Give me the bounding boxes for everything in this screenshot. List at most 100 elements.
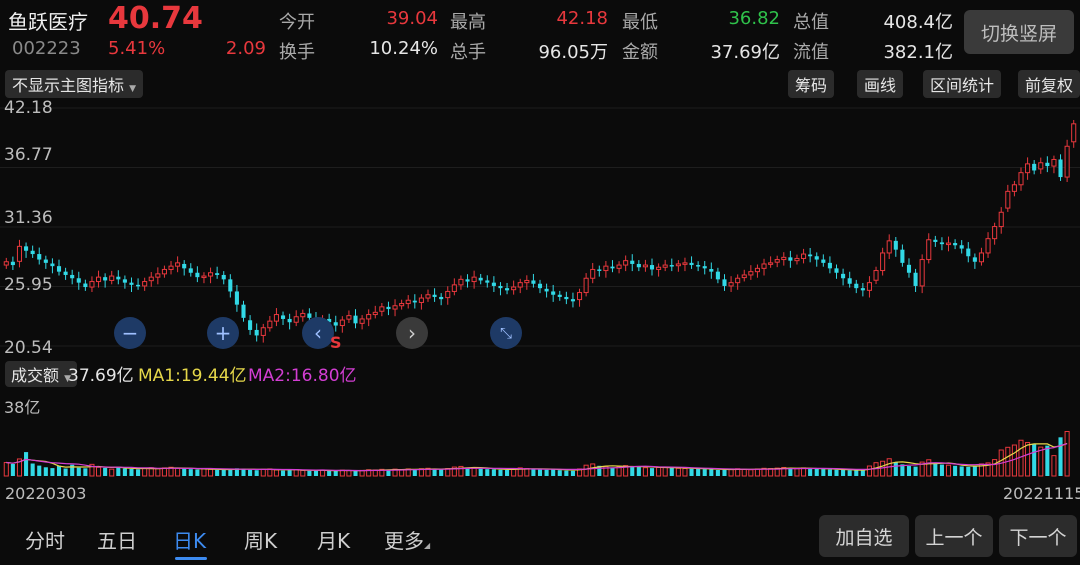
candle-up — [774, 259, 780, 263]
candle-up — [768, 262, 774, 265]
price-axis-label: 36.77 — [4, 145, 53, 165]
candle-down — [702, 266, 707, 269]
switch-portrait-button[interactable]: 切换竖屏 — [964, 10, 1074, 54]
candle-down — [188, 268, 193, 273]
open-value: 39.04 — [386, 8, 438, 29]
tab-intraday[interactable]: 分时 — [25, 525, 65, 554]
volume-bar — [1032, 444, 1037, 476]
volume-bar — [116, 466, 121, 476]
amount-label: 金额 — [622, 42, 658, 63]
zoom-in-icon[interactable]: + — [207, 317, 239, 349]
candle-down — [1045, 162, 1050, 167]
candle-down — [860, 288, 865, 291]
volume-indicator-select[interactable]: 成交额 ▼ — [5, 361, 78, 387]
tab-monthly-k[interactable]: 月K — [317, 525, 350, 554]
volume-bar — [485, 469, 490, 476]
volume-bar — [866, 465, 872, 477]
candle-up — [267, 320, 273, 329]
volume-bar — [551, 468, 556, 476]
candle-down — [564, 296, 569, 300]
candle-down — [689, 262, 694, 266]
high-value: 42.18 — [556, 8, 608, 29]
volume-bar — [273, 469, 279, 477]
volume-bar — [741, 468, 747, 477]
volume-bar — [854, 470, 859, 476]
low-value: 36.82 — [728, 8, 780, 29]
candle-down — [37, 254, 42, 260]
price-axis-label: 25.95 — [4, 275, 53, 295]
candle-down — [228, 279, 233, 292]
volume-bar — [966, 466, 971, 476]
candle-up — [517, 282, 523, 288]
candle-down — [821, 259, 826, 263]
candle-down — [76, 278, 81, 283]
candle-up — [201, 275, 207, 279]
candle-down — [56, 266, 62, 272]
candle-up — [300, 312, 306, 318]
volume-bar — [1018, 439, 1024, 477]
tab-weekly-k[interactable]: 周K — [244, 525, 277, 554]
candle-down — [24, 246, 29, 251]
volume-bar — [201, 468, 207, 477]
indicator-select[interactable]: 不显示主图指标 ▼ — [5, 70, 144, 98]
scroll-right-icon[interactable]: › — [396, 317, 428, 349]
corner-arrow-icon: ◢ — [424, 541, 431, 550]
candle-up — [1051, 158, 1057, 167]
candle-up — [445, 290, 451, 299]
volume-bar — [847, 470, 852, 476]
candle-down — [478, 277, 483, 281]
float-cap-label: 流值 — [793, 42, 829, 63]
interval-stats-button[interactable]: 区间统计 — [923, 70, 1002, 98]
volume-bar — [1064, 431, 1070, 477]
candle-down — [280, 315, 286, 319]
volume-bar — [702, 469, 707, 476]
volume-bar — [63, 468, 68, 476]
add-watchlist-button[interactable]: 加自选 — [819, 515, 909, 557]
volume-ma1: MA1:19.44亿 — [138, 366, 247, 386]
previous-stock-button[interactable]: 上一个 — [915, 515, 993, 557]
candle-up — [616, 264, 622, 269]
collapse-icon[interactable]: ⤡ — [490, 317, 522, 349]
candle-down — [234, 291, 239, 305]
candle-up — [1064, 145, 1070, 178]
chips-button[interactable]: 筹码 — [788, 70, 835, 98]
volume-chart[interactable] — [0, 385, 1080, 478]
open-label: 今开 — [279, 12, 315, 33]
zoom-out-icon[interactable]: − — [114, 317, 146, 349]
candle-up — [998, 211, 1004, 228]
volume-bar — [675, 467, 681, 477]
candle-down — [465, 279, 470, 282]
price-axis-label-top: 42.18 — [4, 98, 53, 118]
candle-up — [379, 306, 385, 312]
candle-up — [675, 263, 681, 267]
draw-line-button[interactable]: 画线 — [857, 70, 904, 98]
volume-label: 总手 — [450, 42, 486, 63]
candle-up — [1011, 184, 1017, 192]
volume-bar — [821, 469, 826, 476]
volume-bar — [293, 469, 299, 477]
candle-up — [208, 272, 214, 277]
volume-bar — [893, 462, 898, 476]
volume-bar — [498, 469, 503, 476]
next-stock-button[interactable]: 下一个 — [999, 515, 1077, 557]
candle-up — [148, 276, 154, 282]
current-price: 40.74 — [108, 1, 203, 36]
candle-up — [89, 281, 95, 288]
candle-down — [491, 282, 496, 286]
candle-down — [827, 262, 832, 269]
candle-up — [95, 276, 102, 283]
change-value: 2.09 — [225, 38, 266, 59]
candle-down — [122, 279, 127, 283]
price-adjust-button[interactable]: 前复权 — [1018, 70, 1080, 98]
tab-five-day[interactable]: 五日 — [97, 525, 137, 554]
tab-more[interactable]: 更多◢ — [384, 525, 430, 554]
candlestick-chart[interactable] — [0, 95, 1080, 357]
candle-down — [43, 259, 48, 263]
candle-down — [696, 265, 701, 267]
candle-up — [866, 282, 872, 291]
candle-down — [439, 296, 444, 300]
candle-up — [142, 281, 148, 287]
volume-bar — [3, 461, 9, 477]
volume-bar — [722, 469, 727, 476]
tab-daily-k[interactable]: 日K — [173, 525, 206, 554]
